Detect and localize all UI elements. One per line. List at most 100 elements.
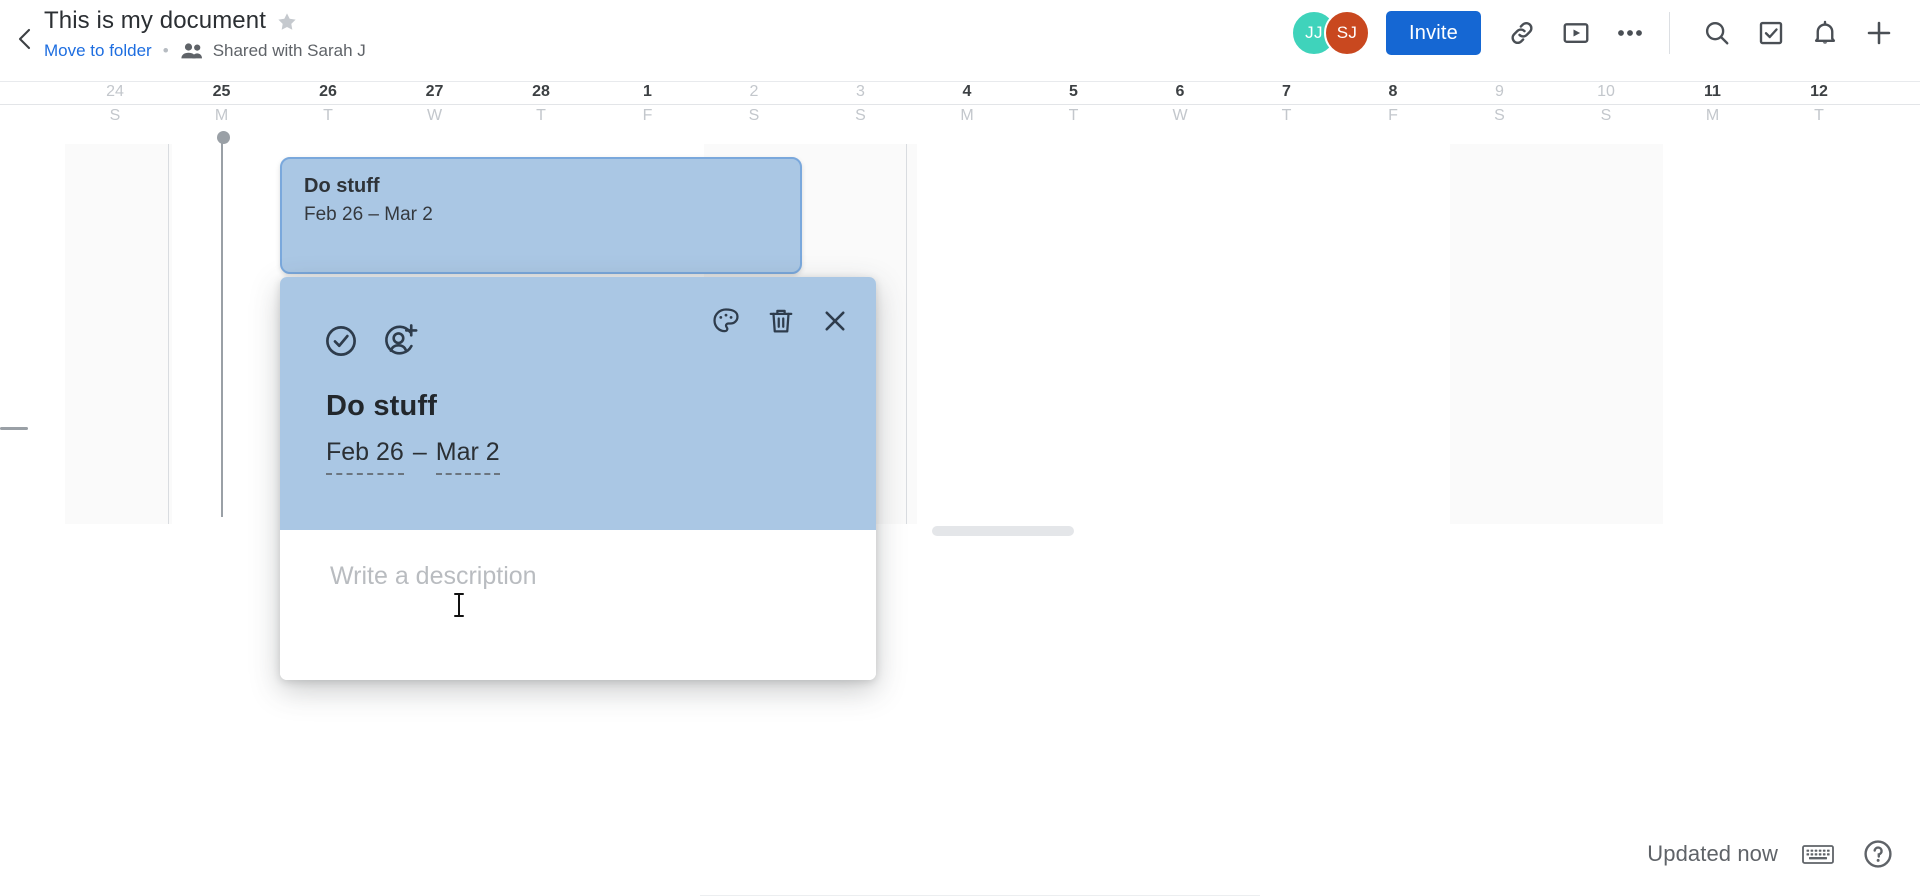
day-column[interactable]: 8F <box>1340 82 1446 130</box>
updated-status: Updated now <box>1647 841 1778 866</box>
header-divider <box>1669 12 1670 54</box>
day-column[interactable]: 2S <box>701 82 807 130</box>
plus-icon[interactable] <box>1856 10 1902 56</box>
document-title-block: This is my document Move to folder • Sha… <box>44 6 366 62</box>
footer-status-bar: Updated now <box>1647 834 1898 874</box>
day-column[interactable]: 25 M <box>169 82 275 130</box>
day-letter: T <box>1814 107 1824 124</box>
task-detail-body: Write a description <box>280 530 876 680</box>
back-button[interactable] <box>8 22 42 56</box>
date-range-dash: – <box>412 438 427 466</box>
day-column[interactable]: 27 W <box>382 82 488 130</box>
task-detail-dates: Feb 26 – Mar 2 <box>326 438 500 475</box>
task-end-date[interactable]: Mar 2 <box>435 438 500 475</box>
day-column[interactable]: 28 T <box>488 82 594 130</box>
document-subtitle-row: Move to folder • Shared with Sarah J <box>44 40 366 62</box>
task-detail-card[interactable]: Do stuff Feb 26 – Mar 2 Write a descript… <box>280 277 876 680</box>
trash-icon[interactable] <box>766 305 796 337</box>
day-number: 4 <box>962 83 972 100</box>
today-marker-line <box>221 137 223 517</box>
task-checkbox-icon[interactable] <box>1748 10 1794 56</box>
day-number: 2 <box>749 83 759 100</box>
search-icon[interactable] <box>1694 10 1740 56</box>
bell-icon[interactable] <box>1802 10 1848 56</box>
day-letter: W <box>1172 107 1188 124</box>
day-column[interactable]: 4M <box>914 82 1020 130</box>
day-number: 28 <box>532 83 550 100</box>
header-actions: JJ SJ Invite <box>1290 10 1902 56</box>
day-letter: M <box>1705 107 1720 124</box>
page-title: This is my document <box>44 7 266 34</box>
day-letter: M <box>960 107 974 124</box>
day-number: 9 <box>1495 83 1504 100</box>
day-number: 10 <box>1597 83 1615 100</box>
weekend-column-shade <box>1556 144 1663 524</box>
document-title-row: This is my document <box>44 6 366 36</box>
person-add-icon[interactable] <box>380 322 420 360</box>
day-column[interactable]: 9S <box>1447 82 1553 130</box>
day-letter: T <box>323 107 333 124</box>
day-letter: T <box>536 107 546 124</box>
day-column[interactable]: 10 S <box>1553 82 1659 130</box>
description-input[interactable]: Write a description <box>330 562 537 591</box>
close-icon[interactable] <box>820 306 850 336</box>
move-to-folder-link[interactable]: Move to folder <box>44 40 152 62</box>
day-letter: S <box>748 107 760 124</box>
shared-with-label: Shared with Sarah J <box>212 41 366 60</box>
day-column[interactable]: 24 S <box>62 82 168 130</box>
day-letter: S <box>855 107 866 124</box>
day-column[interactable]: 11 M <box>1660 82 1766 130</box>
task-detail-title[interactable]: Do stuff <box>326 390 437 423</box>
day-column[interactable]: 3S <box>808 82 914 130</box>
day-number: 11 <box>1704 83 1721 100</box>
day-number: 24 <box>106 83 124 100</box>
ghost-task-bar[interactable] <box>932 526 1074 536</box>
day-column[interactable]: 26 T <box>275 82 381 130</box>
task-detail-right-actions <box>710 305 850 337</box>
day-number: 5 <box>1069 83 1078 100</box>
avatar-initials: SJ <box>1336 23 1358 42</box>
weekend-column-shade <box>65 144 172 524</box>
timeline-task-bar[interactable]: Do stuff Feb 26 – Mar 2 <box>280 157 802 274</box>
day-column[interactable]: 5T <box>1021 82 1127 130</box>
task-bar-title: Do stuff <box>304 175 380 197</box>
day-letter: W <box>426 107 443 124</box>
task-start-date[interactable]: Feb 26 <box>326 438 404 475</box>
avatar-initials: JJ <box>1305 23 1323 42</box>
check-circle-icon[interactable] <box>322 322 360 360</box>
video-play-icon[interactable] <box>1553 10 1599 56</box>
day-number: 25 <box>212 83 231 100</box>
day-number: 27 <box>425 83 444 100</box>
day-number: 26 <box>319 83 337 100</box>
day-number: 6 <box>1175 83 1185 100</box>
chevron-left-icon <box>18 28 31 50</box>
day-letter: M <box>214 107 229 124</box>
keyboard-icon[interactable] <box>1798 834 1838 874</box>
avatar[interactable]: SJ <box>1323 10 1370 56</box>
timeline-day-header: 24 S 25 M 26 T 27 W 28 T 1 F 2 S 3 S 4 M 5 T 6 W 7 T 8 F 9 S 10 S 11 M 1… <box>0 82 1920 137</box>
day-column[interactable]: 6W <box>1127 82 1233 130</box>
day-column[interactable]: 7T <box>1234 82 1340 130</box>
help-circle-icon[interactable] <box>1858 834 1898 874</box>
timeline-gridline <box>168 144 169 524</box>
people-icon <box>180 42 202 60</box>
star-icon[interactable] <box>276 11 298 33</box>
avatar-group: JJ SJ <box>1290 10 1370 56</box>
link-icon[interactable] <box>1499 10 1545 56</box>
timeline-gridline <box>906 144 907 524</box>
weekend-column-shade <box>1449 144 1556 524</box>
day-number: 8 <box>1388 83 1398 100</box>
app-header: This is my document Move to folder • Sha… <box>0 0 1920 82</box>
day-letter: F <box>642 107 653 124</box>
today-marker-dot <box>217 131 230 144</box>
palette-icon[interactable] <box>710 305 742 337</box>
day-number: 3 <box>856 83 865 100</box>
day-letter: S <box>1494 107 1505 124</box>
day-column[interactable]: 12 T <box>1766 82 1872 130</box>
more-horizontal-icon[interactable] <box>1607 10 1653 56</box>
day-number: 7 <box>1282 83 1291 100</box>
day-letter: S <box>109 107 121 124</box>
day-column[interactable]: 1F <box>595 82 701 130</box>
task-bar-date: Feb 26 – Mar 2 <box>304 204 433 225</box>
invite-button[interactable]: Invite <box>1385 11 1481 55</box>
